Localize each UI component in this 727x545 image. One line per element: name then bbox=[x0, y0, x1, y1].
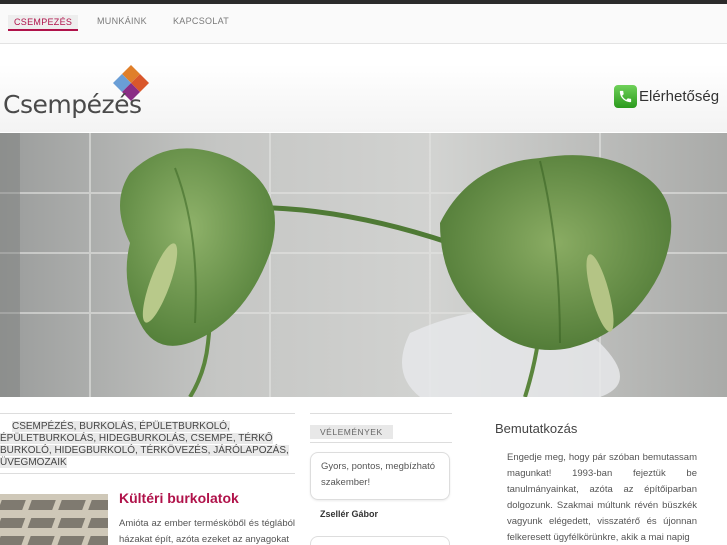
contact-link[interactable]: Elérhetőség bbox=[614, 84, 719, 108]
nav-item-kapcsolat[interactable]: KAPCSOLAT bbox=[173, 16, 229, 26]
tag-line[interactable]: CSEMPÉZÉS, BURKOLÁS, ÉPÜLETBURKOLÓ, bbox=[12, 421, 230, 432]
nav-item-munkaink[interactable]: MUNKÁINK bbox=[97, 16, 147, 26]
intro-title: Bemutatkozás bbox=[495, 421, 578, 436]
article-title[interactable]: Kültéri burkolatok bbox=[119, 490, 239, 506]
tag-cloud: CSEMPÉZÉS, BURKOLÁS, ÉPÜLETBURKOLÓ, ÉPÜL… bbox=[0, 413, 295, 474]
review-quote: Gyors, pontos, megbízható szakember! bbox=[310, 452, 450, 500]
nav-item-csempezes[interactable]: CSEMPEZÉS bbox=[8, 15, 79, 31]
reviews-column: VÉLEMÉNYEK Gyors, pontos, megbízható sza… bbox=[310, 413, 452, 545]
article-text: Amióta az ember termésköből és téglából … bbox=[119, 518, 295, 545]
tag-line[interactable]: BURKOLÓ, HIDEGBURKOLÓ, TÉRKÖVEZÉS, JÁRÓL… bbox=[0, 445, 289, 456]
intro-column: Bemutatkozás Engedje meg, hogy pár szóba… bbox=[495, 413, 697, 545]
site-logo-text[interactable]: Csempézés bbox=[3, 90, 142, 119]
review-quote-next bbox=[310, 536, 450, 545]
tag-line[interactable]: ÉPÜLETBURKOLÁS, HIDEGBURKOLÁS, CSEMPE, T… bbox=[0, 433, 273, 444]
phone-icon bbox=[614, 84, 637, 108]
main-nav: CSEMPEZÉS MUNKÁINK KAPCSOLAT bbox=[0, 4, 727, 44]
review-author: Zsellér Gábor bbox=[320, 509, 379, 519]
article-thumbnail[interactable] bbox=[0, 494, 108, 545]
site-header: Csempézés Elérhetőség bbox=[0, 64, 727, 132]
tag-line[interactable]: ÜVEGMOZAIK bbox=[0, 457, 67, 468]
intro-text: Engedje meg, hogy pár szóban bemutassam … bbox=[507, 452, 697, 543]
reviews-heading: VÉLEMÉNYEK bbox=[310, 425, 393, 439]
tags-column: CSEMPÉZÉS, BURKOLÁS, ÉPÜLETBURKOLÓ, ÉPÜL… bbox=[0, 413, 295, 545]
contact-label: Elérhetőség bbox=[639, 87, 720, 105]
reviews-header: VÉLEMÉNYEK bbox=[310, 413, 452, 443]
hero-image bbox=[0, 133, 727, 397]
